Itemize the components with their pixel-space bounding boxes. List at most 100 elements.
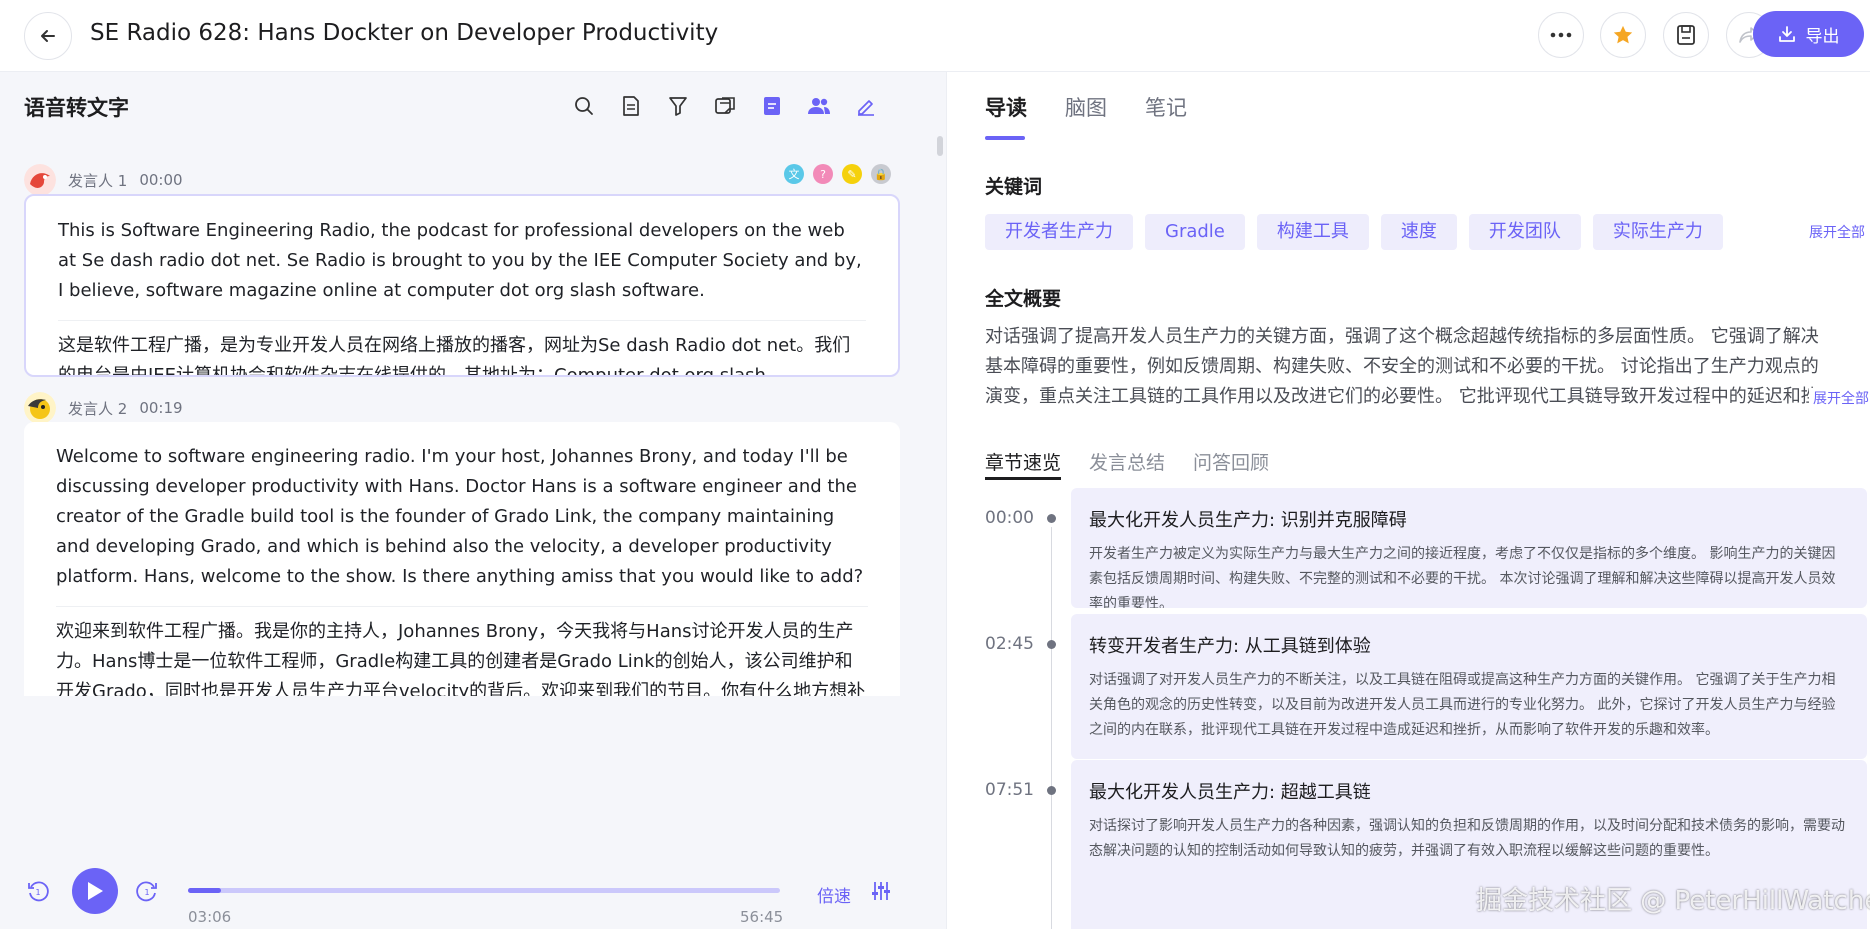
progress-track[interactable] [188, 888, 780, 893]
chapter-card[interactable]: 最大化开发人员生产力: 识别并克服障碍 开发者生产力被定义为实际生产力与最大生产… [1071, 488, 1867, 608]
rewind-button[interactable]: 1 [24, 877, 52, 905]
equalizer-icon [872, 882, 890, 900]
question-mini-icon[interactable]: ? [813, 164, 833, 184]
keywords-heading: 关键词 [985, 176, 1043, 198]
subtab-chapters[interactable]: 章节速览 [985, 448, 1062, 480]
chapter-desc: 开发者生产力被定义为实际生产力与最大生产力之间的接近程度，考虑了不仅仅是指标的多… [1089, 546, 1836, 608]
tab-guide[interactable]: 导读 [985, 92, 1027, 122]
timeline-dot [1047, 514, 1056, 523]
page-title: SE Radio 628: Hans Dockter on Developer … [90, 20, 719, 46]
transcript-toolbar [570, 92, 880, 120]
timeline-line [1051, 527, 1052, 929]
chapter-time[interactable]: 02:45 [985, 634, 1034, 654]
segment-english: This is Software Engineering Radio, the … [58, 220, 862, 301]
speed-button[interactable]: 倍速 [817, 882, 851, 907]
speaker-time[interactable]: 00:19 [139, 399, 182, 417]
settings-button[interactable] [868, 878, 894, 904]
tab-mindmap[interactable]: 脑图 [1065, 92, 1107, 122]
keyword-tag[interactable]: 开发团队 [1468, 214, 1581, 250]
right-tabs: 导读 脑图 笔记 [985, 92, 1187, 122]
keyword-tag[interactable]: 开发者生产力 [985, 214, 1133, 250]
save-icon [1677, 25, 1695, 45]
more-icon [1550, 32, 1572, 38]
translate-icon [715, 97, 735, 114]
svg-text:1: 1 [145, 888, 150, 897]
watermark: 掘金技术社区 @ PeterHillWatcher [1476, 886, 1870, 916]
arrow-left-icon [41, 30, 55, 42]
speaker-name: 发言人 2 [68, 399, 128, 418]
favorite-button[interactable] [1600, 12, 1646, 58]
avatar[interactable] [24, 164, 56, 196]
search-icon [575, 97, 593, 115]
speaker-row: 发言人 2 00:19 [24, 392, 183, 424]
forward-icon: 1 [136, 881, 157, 902]
speaker-name: 发言人 1 [68, 171, 128, 190]
chapter-card[interactable]: 转变开发者生产力: 从工具链到体验 对话强调了对开发人员生产力的不断关注，以及工… [1071, 614, 1867, 759]
chapter-subtabs: 章节速览 发言总结 问答回顾 [985, 448, 1269, 480]
progress-fill [188, 888, 221, 893]
chapter-title: 转变开发者生产力: 从工具链到体验 [1089, 636, 1371, 657]
save-button[interactable] [1663, 12, 1709, 58]
keyword-tag[interactable]: Gradle [1145, 214, 1245, 250]
play-icon [88, 882, 103, 900]
audio-player: 1 1 03:06 56:45 倍速 [0, 864, 946, 929]
transcript-title: 语音转文字 [24, 96, 129, 120]
rewind-icon: 1 [28, 881, 49, 902]
translate-mini-icon[interactable]: 文 [784, 164, 804, 184]
speakers-icon [808, 98, 830, 114]
expand-summary-link[interactable]: 展开全部 [1809, 388, 1869, 408]
document-button[interactable] [617, 92, 645, 120]
chapter-desc: 对话探讨了影响开发人员生产力的各种因素，强调认知的负担和反馈周期的作用，以及时间… [1089, 818, 1845, 859]
subtab-speakers[interactable]: 发言总结 [1089, 448, 1165, 480]
keyword-tag[interactable]: 实际生产力 [1592, 214, 1723, 250]
expand-keywords-link[interactable]: 展开全部 [1809, 222, 1865, 242]
speaker-time[interactable]: 00:00 [139, 171, 182, 189]
back-button[interactable] [24, 12, 72, 60]
segment-chinese: 这是软件工程广播，是为专业开发人员在网络上播放的播客，网址为Se dash Ra… [58, 320, 866, 375]
subtitle-button[interactable] [758, 92, 786, 120]
keyword-list: 开发者生产力 Gradle 构建工具 速度 开发团队 实际生产力 [985, 214, 1723, 250]
segment-actions: 文 ? ✎ 🔒 [784, 164, 891, 184]
transcript-panel: 语音转文字 发言人 1 00:00 文 ? ✎ 🔒 This is Softwa… [0, 72, 946, 929]
play-button[interactable] [72, 868, 118, 914]
chapter-title: 最大化开发人员生产力: 识别并克服障碍 [1089, 510, 1407, 531]
tab-underline [985, 136, 1025, 140]
chapter-time[interactable]: 07:51 [985, 780, 1034, 800]
segment-chinese: 欢迎来到软件工程广播。我是你的主持人，Johannes Brony，今天我将与H… [56, 606, 868, 696]
top-bar: SE Radio 628: Hans Dockter on Developer … [0, 0, 1870, 72]
timeline-dot [1047, 786, 1056, 795]
transcript-segment[interactable]: This is Software Engineering Radio, the … [24, 194, 900, 377]
segment-english: Welcome to software engineering radio. I… [56, 446, 864, 587]
highlight-mini-icon[interactable]: ✎ [842, 164, 862, 184]
translate-button[interactable] [711, 92, 739, 120]
subtitle-icon [764, 97, 780, 115]
star-icon [1613, 25, 1633, 44]
more-button[interactable] [1538, 12, 1584, 58]
transcript-scrollbar[interactable] [937, 136, 943, 156]
export-button[interactable]: 导出 [1753, 11, 1864, 57]
keyword-tag[interactable]: 构建工具 [1256, 214, 1369, 250]
total-time: 56:45 [740, 908, 784, 926]
transcript-segment[interactable]: Welcome to software engineering radio. I… [24, 422, 900, 696]
avatar[interactable] [24, 392, 56, 424]
subtab-qa[interactable]: 问答回顾 [1193, 448, 1269, 480]
filter-button[interactable] [664, 92, 692, 120]
export-label: 导出 [1805, 26, 1840, 47]
chapter-time[interactable]: 00:00 [985, 508, 1034, 528]
document-icon [623, 96, 639, 116]
edit-button[interactable] [852, 92, 880, 120]
tab-notes[interactable]: 笔记 [1145, 92, 1187, 122]
svg-text:1: 1 [36, 888, 41, 897]
speaker-row: 发言人 1 00:00 [24, 164, 183, 196]
summary-text: 对话强调了提高开发人员生产力的关键方面，强调了这个概念超越传统指标的多层面性质。… [985, 326, 1819, 407]
lock-mini-icon[interactable]: 🔒 [871, 164, 891, 184]
keyword-tag[interactable]: 速度 [1380, 214, 1457, 250]
current-time: 03:06 [188, 908, 232, 926]
search-button[interactable] [570, 92, 598, 120]
filter-icon [669, 97, 687, 116]
speakers-button[interactable] [805, 92, 833, 120]
edit-icon [858, 100, 874, 116]
forward-button[interactable]: 1 [133, 877, 161, 905]
summary-heading: 全文概要 [985, 288, 1062, 310]
summary-panel: 导读 脑图 笔记 关键词 开发者生产力 Gradle 构建工具 速度 开发团队 … [946, 72, 1870, 929]
